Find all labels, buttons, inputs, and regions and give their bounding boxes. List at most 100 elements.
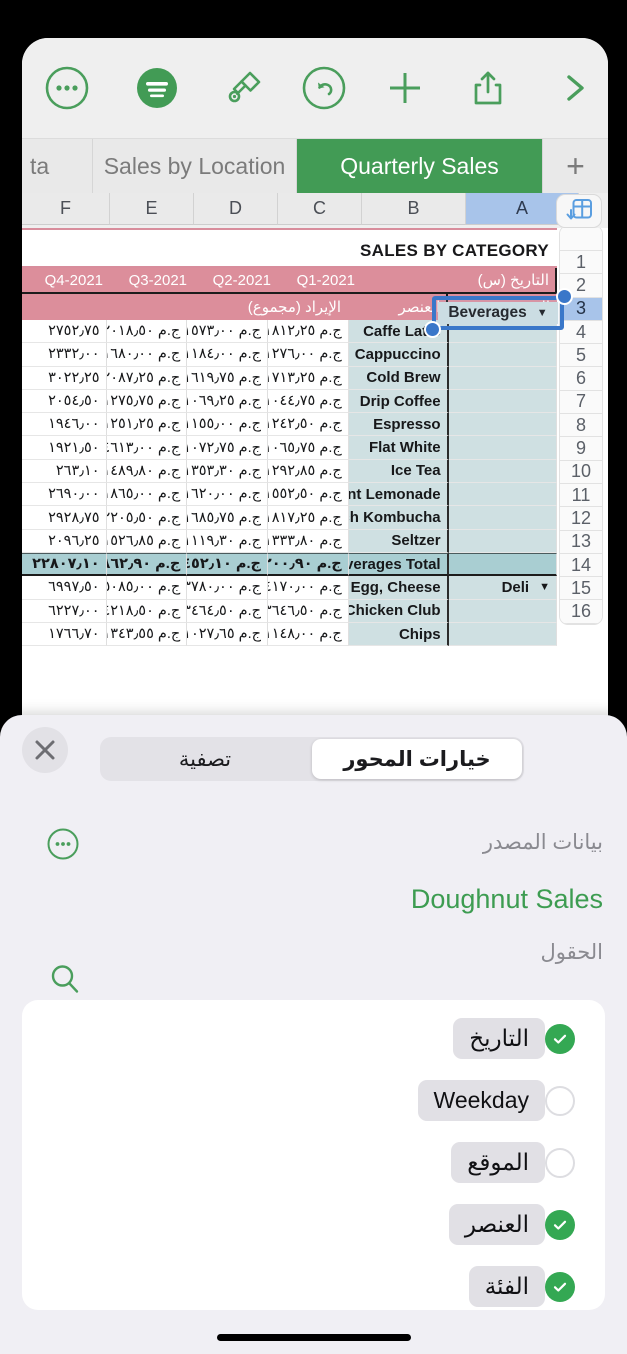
cell-q1[interactable]: ج.م ١٢٤٢٫٥٠ bbox=[268, 413, 349, 437]
row-header-15[interactable]: 15 bbox=[560, 577, 602, 601]
cell-category[interactable] bbox=[448, 413, 557, 437]
cell-q4[interactable]: ٣٠٢٢٫٢٥ bbox=[22, 366, 107, 390]
table-row[interactable]: ٢٩٢٨٫٧٥ ج.م ٢٢٠٥٫٥٠ ج.م ١٦٨٥٫٧٥ ج.م ١٨١٧٫٢٥… bbox=[22, 506, 557, 530]
cell-item[interactable]: Cold Brew bbox=[348, 366, 449, 390]
cell-q4[interactable]: ٢٧٥٢٫٧٥ bbox=[22, 320, 107, 344]
cell-category[interactable] bbox=[448, 366, 557, 390]
cell-q2[interactable]: ج.م ٣٧٨٠٫٠٠ bbox=[187, 576, 269, 600]
cell-q2[interactable]: ج.م ١١٥٥٫٠٠ bbox=[187, 413, 269, 437]
cell-q2[interactable]: ج.م ١٠٧٢٫٧٥ bbox=[187, 436, 269, 460]
cell-q4[interactable]: ٦٩٩٧٫٥٠ bbox=[22, 576, 107, 600]
column-header-f[interactable]: F bbox=[22, 193, 110, 225]
cell-q2[interactable]: ج.م ١٣٤٥٢٫١٠ bbox=[187, 552, 269, 577]
cell-q2[interactable]: ج.م ١١٨٤٫٠٠ bbox=[187, 343, 269, 367]
cell-q2[interactable]: ج.م ١٦٢٠٫٠٠ bbox=[187, 483, 269, 507]
source-data-more-button[interactable] bbox=[46, 827, 80, 866]
undo-button[interactable] bbox=[284, 38, 364, 138]
cell-item[interactable]: Mint Lemonade bbox=[348, 483, 449, 507]
row-header-9[interactable]: 9 bbox=[560, 437, 602, 461]
field-unchecked-icon[interactable] bbox=[545, 1085, 575, 1116]
field-checked-icon[interactable] bbox=[545, 1209, 575, 1240]
row-header-4[interactable]: 4 bbox=[560, 320, 602, 345]
table-row[interactable]: ٢٢٨٠٧٫١٠ج.م ١٦٨٦٢٫٩٠ج.م ١٣٤٥٢٫١٠ج.م ١٤٢٠… bbox=[22, 552, 557, 577]
cell-q4[interactable]: ١٧٦٦٫٧٠ bbox=[22, 622, 107, 647]
cell-q3[interactable]: ج.م ١٣٤٣٫٥٥ bbox=[106, 622, 188, 647]
cell-q4[interactable]: ١٩٤٦٫٠٠ bbox=[22, 413, 107, 437]
cell-category[interactable] bbox=[448, 552, 557, 577]
table-row[interactable]: ٦٩٩٧٫٥٠ ج.م ٥٠٨٥٫٠٠ ج.م ٣٧٨٠٫٠٠ ج.م ٤١٧٠٫٠٠… bbox=[22, 576, 557, 600]
row-header-5[interactable]: 5 bbox=[560, 344, 602, 368]
cell-q1[interactable]: ج.م ١٢٧٦٫٠٠ bbox=[268, 343, 349, 367]
cell-item[interactable]: Chicken Club bbox=[348, 599, 449, 623]
field-row[interactable]: الموقع bbox=[451, 1142, 593, 1183]
cell-q3[interactable]: ج.م ١٢٧٥٫٧٥ bbox=[106, 389, 188, 414]
cell-q3[interactable]: ج.م ١٤٨٩٫٨٠ bbox=[106, 459, 188, 484]
cell-q4[interactable]: ٢٦٣٫١٠ bbox=[22, 459, 107, 484]
cell-category[interactable] bbox=[448, 459, 557, 484]
row-header-1[interactable]: 1 bbox=[560, 251, 602, 275]
cell-q4[interactable]: ٢٢٨٠٧٫١٠ bbox=[22, 552, 107, 577]
cell-q1[interactable]: ج.م ١٤٢٠٠٫٩٠ bbox=[268, 552, 349, 577]
spreadsheet-body[interactable]: SALES BY CATEGORY Q4-2021 Q3-2021 Q2-202… bbox=[22, 228, 608, 728]
search-button[interactable] bbox=[48, 962, 82, 1001]
selection-handle-top[interactable] bbox=[556, 288, 573, 305]
close-panel-button[interactable] bbox=[22, 727, 68, 773]
table-row[interactable]: ٦٢٢٧٫٠٠ ج.م ٤٢١٨٫٥٠ ج.م ٣٤٦٤٫٥٠ ج.م ٣٦٤٦٫٥٠… bbox=[22, 599, 557, 623]
cell-item[interactable]: Seltzer bbox=[348, 529, 449, 553]
sheet-tab-sales-by-location[interactable]: Sales by Location bbox=[92, 139, 296, 193]
cell-q3[interactable]: ج.م ٢٢٠٥٫٥٠ bbox=[106, 506, 188, 530]
table-row[interactable]: ١٧٦٦٫٧٠ ج.م ١٣٤٣٫٥٥ ج.م ١٠٢٧٫٦٥ ج.م ١١٤٨٫٠٠… bbox=[22, 622, 557, 647]
row-header-14[interactable]: 14 bbox=[560, 553, 602, 578]
cell-q4[interactable]: ٢٩٢٨٫٧٥ bbox=[22, 506, 107, 530]
share-button[interactable] bbox=[446, 38, 530, 138]
field-row[interactable]: التاريخ bbox=[453, 1018, 593, 1059]
row-header-11[interactable]: 11 bbox=[560, 483, 602, 508]
cell-item[interactable]: Espresso bbox=[348, 413, 449, 437]
cell-q3[interactable]: ج.م ١٦٨٦٢٫٩٠ bbox=[106, 552, 188, 577]
cell-category[interactable] bbox=[448, 506, 557, 530]
cell-q2[interactable]: ج.م ١٥٧٣٫٠٠ bbox=[187, 320, 269, 344]
column-header-e[interactable]: E bbox=[110, 193, 194, 225]
cell-item[interactable]: Chips bbox=[348, 622, 449, 647]
field-row[interactable]: الفئة bbox=[468, 1266, 593, 1307]
sheet-tab-data[interactable]: ta bbox=[22, 139, 92, 193]
cell-q3[interactable]: ج.م ٤٢١٨٫٥٠ bbox=[106, 599, 188, 623]
cell-item[interactable]: Cappuccino bbox=[348, 343, 449, 367]
cell-q3[interactable]: ج.م ١٢٥١٫٢٥ bbox=[106, 413, 188, 437]
cell-q4[interactable]: ٢٦٩٠٫٠٠ bbox=[22, 483, 107, 507]
row-header-12[interactable]: 12 bbox=[560, 507, 602, 531]
cell-q1[interactable]: ج.م ٤١٧٠٫٠٠ bbox=[268, 576, 349, 600]
cell-q1[interactable]: ج.م ١٢٩٢٫٨٥ bbox=[268, 459, 349, 484]
cell-item[interactable]: Flat White bbox=[348, 436, 449, 460]
column-header-c[interactable]: C bbox=[278, 193, 362, 225]
table-row[interactable]: ٢٠٥٤٫٥٠ ج.م ١٢٧٥٫٧٥ ج.م ١٠٦٩٫٢٥ ج.م ١٠٤٤٫٧٥… bbox=[22, 389, 557, 414]
next-button[interactable] bbox=[530, 38, 608, 138]
cell-q1[interactable]: ج.م ١٧١٣٫٢٥ bbox=[268, 366, 349, 390]
segment-filter[interactable]: تصفية bbox=[100, 737, 310, 781]
cell-category[interactable] bbox=[448, 622, 557, 647]
column-header-b[interactable]: B bbox=[362, 193, 466, 225]
cell-item[interactable]: Bacon, Egg, Cheese bbox=[348, 576, 449, 600]
field-row[interactable]: Weekday bbox=[417, 1080, 593, 1121]
format-button[interactable] bbox=[112, 38, 202, 138]
cell-item[interactable]: Beverages Total bbox=[348, 552, 449, 577]
cell-q4[interactable]: ٦٢٢٧٫٠٠ bbox=[22, 599, 107, 623]
row-header-16[interactable]: 16 bbox=[560, 600, 602, 624]
field-unchecked-icon[interactable] bbox=[545, 1147, 575, 1178]
field-checked-icon[interactable] bbox=[545, 1271, 575, 1302]
row-header-10[interactable]: 10 bbox=[560, 460, 602, 484]
segment-pivot-options[interactable]: خيارات المحور bbox=[312, 739, 522, 779]
sheet-tab-quarterly-sales[interactable]: Quarterly Sales bbox=[296, 139, 542, 193]
field-row[interactable]: العنصر bbox=[448, 1204, 593, 1245]
cell-q3[interactable]: ج.م ١٥٢٦٫٨٥ bbox=[106, 529, 188, 553]
cell-q2[interactable]: ج.م ١٦٨٥٫٧٥ bbox=[187, 506, 269, 530]
cell-category[interactable] bbox=[448, 483, 557, 507]
field-label[interactable]: الموقع bbox=[451, 1142, 545, 1183]
row-header-6[interactable]: 6 bbox=[560, 367, 602, 391]
cell-category[interactable] bbox=[448, 599, 557, 623]
selection-handle-bottom[interactable] bbox=[424, 321, 441, 338]
cell-q1[interactable]: ج.م ١١٤٨٫٠٠ bbox=[268, 622, 349, 647]
cell-q1[interactable]: ج.م ١٨١٢٫٢٥ bbox=[268, 320, 349, 344]
cell-q1[interactable]: ج.م ١٠٤٤٫٧٥ bbox=[268, 389, 349, 414]
cell-category[interactable] bbox=[448, 389, 557, 414]
